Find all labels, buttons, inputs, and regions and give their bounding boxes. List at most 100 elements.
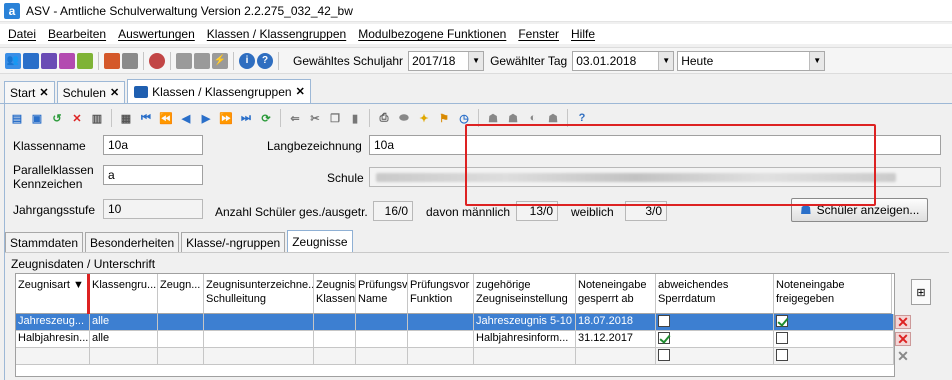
- heute-select[interactable]: Heute ▼: [677, 50, 826, 71]
- freigegeben-checkbox[interactable]: [776, 349, 788, 362]
- class-icon[interactable]: [23, 52, 39, 69]
- tab-besonderheiten[interactable]: Besonderheiten: [85, 232, 180, 252]
- table-cell[interactable]: 31.12.2017: [576, 331, 656, 348]
- column-header-gesperrt-ab[interactable]: Noteneingabe gesperrt ab: [576, 274, 656, 314]
- table-cell[interactable]: [356, 348, 408, 365]
- menu-modulbezogene-funktionen[interactable]: Modulbezogene Funktionen: [352, 27, 512, 41]
- menu-auswertungen[interactable]: Auswertungen: [112, 27, 201, 41]
- settings-icon[interactable]: [149, 52, 165, 69]
- table-cell[interactable]: [158, 331, 204, 348]
- column-header-freigegeben[interactable]: Noteneingabe freigegeben: [774, 274, 892, 314]
- table-cell[interactable]: Halbjahresin...: [16, 331, 90, 348]
- document-icon[interactable]: [122, 52, 138, 69]
- abweichend-checkbox[interactable]: [658, 315, 670, 328]
- table-cell[interactable]: [774, 348, 894, 365]
- save-icon[interactable]: ▣: [29, 110, 45, 126]
- freigegeben-checkbox[interactable]: [776, 315, 788, 328]
- refresh-icon[interactable]: ⟳: [258, 110, 274, 126]
- book-icon[interactable]: [104, 52, 120, 69]
- column-header-zeugn[interactable]: Zeugn...: [158, 274, 204, 314]
- column-header-zeugnisart[interactable]: Zeugnisart ▼: [16, 274, 88, 314]
- broom-icon[interactable]: ⚑: [436, 110, 452, 126]
- table-cell[interactable]: [204, 314, 314, 331]
- chat-icon[interactable]: [77, 52, 93, 69]
- menu-klassen[interactable]: Klassen / Klassengruppen: [201, 27, 352, 41]
- table-cell[interactable]: alle: [90, 331, 158, 348]
- table-cell[interactable]: [158, 348, 204, 365]
- tab-zeugnisse[interactable]: Zeugnisse: [287, 230, 353, 252]
- menu-datei[interactable]: Datei: [2, 27, 42, 41]
- table-cell[interactable]: [656, 348, 774, 365]
- lightbulb-icon[interactable]: ✦: [416, 110, 432, 126]
- column-header-pruefung-name[interactable]: Prüfungsv Name: [356, 274, 408, 314]
- delete-row-icon[interactable]: ✕: [895, 348, 911, 364]
- groups-icon[interactable]: [41, 52, 57, 69]
- arrow-left-icon[interactable]: ⇐: [287, 110, 303, 126]
- tab-start[interactable]: Start ✕: [4, 81, 55, 103]
- chevron-down-icon[interactable]: ▼: [468, 51, 484, 70]
- table-cell[interactable]: [356, 331, 408, 348]
- tab-klassen[interactable]: Klassen / Klassengruppen ✕: [127, 79, 311, 103]
- copy-icon[interactable]: ❐: [327, 110, 343, 126]
- schuljahr-select[interactable]: 2017/18 ▼: [408, 50, 485, 71]
- column-header-pruefung-funktion[interactable]: Prüfungsvor Funktion: [408, 274, 474, 314]
- help-icon[interactable]: ?: [257, 52, 273, 69]
- parallel-field[interactable]: a: [103, 165, 203, 185]
- column-header-schulleitung[interactable]: Zeugnisunterzeichne... Schulleitung: [204, 274, 314, 314]
- menu-fenster[interactable]: Fenster: [512, 27, 565, 41]
- oval-icon[interactable]: ⬬: [396, 110, 412, 126]
- lightning-icon[interactable]: ⚡: [212, 52, 228, 69]
- column-header-sperrdatum[interactable]: abweichendes Sperrdatum: [656, 274, 774, 314]
- abweichend-checkbox[interactable]: [658, 349, 670, 362]
- cut-icon[interactable]: ✂: [307, 110, 323, 126]
- table-cell[interactable]: [356, 314, 408, 331]
- print-form-icon[interactable]: ▥: [89, 110, 105, 126]
- prev-page-icon[interactable]: ⏪: [158, 110, 174, 126]
- table-cell[interactable]: [314, 314, 356, 331]
- delete-row-icon[interactable]: ✕: [895, 331, 911, 347]
- close-icon[interactable]: ✕: [39, 86, 48, 99]
- people-icon[interactable]: 👥: [5, 52, 21, 69]
- chevron-down-icon[interactable]: ▼: [658, 51, 674, 70]
- table-cell[interactable]: [474, 348, 576, 365]
- column-header-zeugniseinstellung[interactable]: zugehörige Zeugniseinstellung: [474, 274, 576, 314]
- table-cell[interactable]: alle: [90, 314, 158, 331]
- tab-stammdaten[interactable]: Stammdaten: [5, 232, 84, 252]
- list-icon[interactable]: ▦: [118, 110, 134, 126]
- table-cell[interactable]: [204, 348, 314, 365]
- tab-schulen[interactable]: Schulen ✕: [56, 81, 126, 103]
- table-cell[interactable]: [204, 331, 314, 348]
- table-cell[interactable]: 18.07.2018: [576, 314, 656, 331]
- undo-icon[interactable]: ↺: [49, 110, 65, 126]
- course-icon[interactable]: [59, 52, 75, 69]
- table-cell[interactable]: [408, 331, 474, 348]
- table-cell[interactable]: [158, 314, 204, 331]
- tag-date-picker[interactable]: 03.01.2018 ▼: [572, 50, 675, 71]
- prev-record-icon[interactable]: ◀: [178, 110, 194, 126]
- next-record-icon[interactable]: ▶: [198, 110, 214, 126]
- abweichend-checkbox[interactable]: [658, 332, 670, 345]
- copy-icon[interactable]: [176, 52, 192, 69]
- table-cell[interactable]: [576, 348, 656, 365]
- column-header-klassenleitung[interactable]: Zeugnis Klassenl: [314, 274, 356, 314]
- table-cell[interactable]: [774, 314, 894, 331]
- table-cell[interactable]: [656, 331, 774, 348]
- printer-icon[interactable]: ⎙: [376, 110, 392, 126]
- klassenname-field[interactable]: 10a: [103, 135, 203, 155]
- paste-icon[interactable]: [194, 52, 210, 69]
- table-cell[interactable]: [408, 314, 474, 331]
- table-cell[interactable]: [774, 331, 894, 348]
- delete-row-icon[interactable]: ✕: [895, 314, 911, 330]
- chevron-down-icon[interactable]: ▼: [809, 51, 825, 70]
- delete-icon[interactable]: ✕: [69, 110, 85, 126]
- tab-klassengruppen[interactable]: Klasse/-ngruppen: [181, 232, 286, 252]
- table-cell[interactable]: Jahreszeug...: [16, 314, 90, 331]
- table-cell[interactable]: [90, 348, 158, 365]
- table-cell[interactable]: [656, 314, 774, 331]
- freigegeben-checkbox[interactable]: [776, 332, 788, 345]
- first-record-icon[interactable]: ⏮: [138, 110, 154, 126]
- info-icon[interactable]: i: [239, 52, 255, 69]
- column-header-klassengruppe[interactable]: Klassengru...: [90, 274, 158, 314]
- next-page-icon[interactable]: ⏩: [218, 110, 234, 126]
- table-cell[interactable]: [408, 348, 474, 365]
